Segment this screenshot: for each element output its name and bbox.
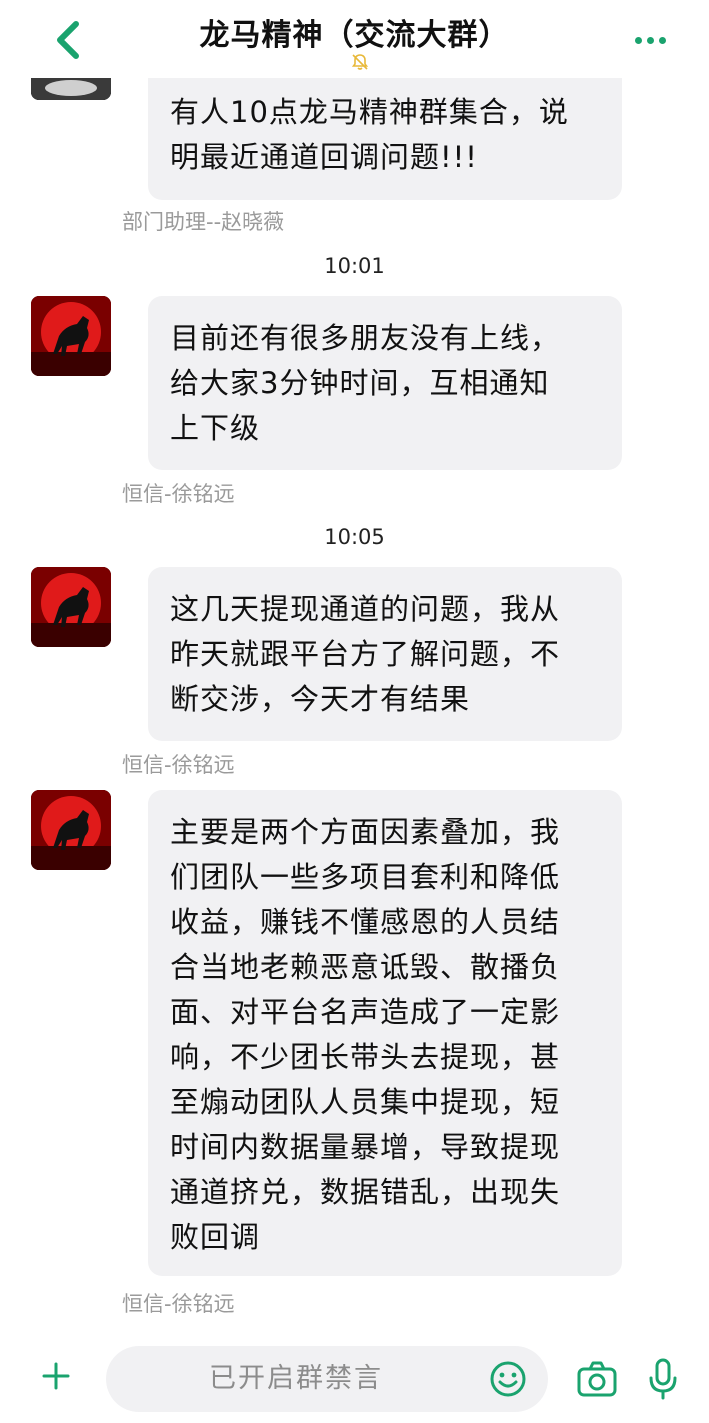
message-line: 明最近通道回调问题!!! <box>170 140 478 174</box>
message-line: 们团队一些多项目套利和降低 <box>170 860 561 894</box>
plus-button[interactable] <box>36 1356 76 1396</box>
message-line: 时间内数据量暴增，导致提现 <box>170 1130 561 1164</box>
camera-icon[interactable] <box>576 1360 618 1398</box>
message-bubble[interactable]: 主要是两个方面因素叠加，我 们团队一些多项目套利和降低 收益，赚钱不懂感恩的人员… <box>148 790 622 1276</box>
message-line: 至煽动团队人员集中提现，短 <box>170 1085 561 1119</box>
message-bubble[interactable]: 这几天提现通道的问题，我从 昨天就跟平台方了解问题，不 断交涉，今天才有结果 <box>148 567 622 741</box>
avatar[interactable] <box>31 567 111 647</box>
message-line: 昨天就跟平台方了解问题，不 <box>170 637 561 671</box>
bell-off-icon <box>351 54 369 70</box>
message-line: 有人10点龙马精神群集合，说 <box>170 95 569 129</box>
message-line: 这几天提现通道的问题，我从 <box>170 592 561 626</box>
sender-name: 部门助理--赵晓薇 <box>122 210 285 234</box>
message-bubble[interactable]: 目前还有很多朋友没有上线， 给大家3分钟时间，互相通知 上下级 <box>148 296 622 470</box>
avatar[interactable] <box>31 78 111 100</box>
smiley-icon[interactable] <box>488 1359 528 1399</box>
input-bar: 已开启群禁言 <box>0 1328 709 1423</box>
microphone-icon[interactable] <box>648 1358 678 1400</box>
sender-name: 恒信-徐铭远 <box>122 753 235 777</box>
avatar[interactable] <box>31 296 111 376</box>
message-line: 响，不少团长带头去提现，甚 <box>170 1040 561 1074</box>
message-line: 合当地老赖恶意诋毁、散播负 <box>170 950 561 984</box>
horse-avatar-image <box>31 790 111 870</box>
horse-avatar-image <box>31 296 111 376</box>
more-button[interactable] <box>628 28 672 52</box>
input-placeholder: 已开启群禁言 <box>209 1363 383 1394</box>
message-line: 给大家3分钟时间，互相通知 <box>170 366 550 400</box>
message-line: 上下级 <box>170 411 261 445</box>
chat-title: 龙马精神（交流大群） <box>199 18 510 53</box>
message-line: 面、对平台名声造成了一定影 <box>170 995 561 1029</box>
sender-name: 恒信-徐铭远 <box>122 482 235 506</box>
message-line: 目前还有很多朋友没有上线， <box>170 321 561 355</box>
sender-name: 恒信-徐铭远 <box>122 1292 235 1316</box>
message-input[interactable]: 已开启群禁言 <box>106 1346 548 1412</box>
chat-messages[interactable]: 有人10点龙马精神群集合，说 明最近通道回调问题!!! 部门助理--赵晓薇 10… <box>0 78 709 1328</box>
horse-avatar-image <box>31 567 111 647</box>
message-line: 败回调 <box>170 1220 261 1254</box>
message-line: 通道挤兑，数据错乱，出现失 <box>170 1175 561 1209</box>
message-timestamp: 10:01 <box>324 254 385 278</box>
message-line: 断交涉，今天才有结果 <box>170 682 471 716</box>
message-timestamp: 10:05 <box>324 525 385 549</box>
more-dot <box>658 36 666 44</box>
plus-icon <box>42 1362 70 1390</box>
avatar[interactable] <box>31 790 111 870</box>
message-line: 主要是两个方面因素叠加，我 <box>170 815 561 849</box>
message-bubble[interactable]: 有人10点龙马精神群集合，说 明最近通道回调问题!!! <box>148 78 622 200</box>
more-dot <box>634 36 642 44</box>
more-dot <box>646 36 654 44</box>
chat-header: 龙马精神（交流大群） <box>0 0 709 78</box>
message-line: 收益，赚钱不懂感恩的人员结 <box>170 905 561 939</box>
